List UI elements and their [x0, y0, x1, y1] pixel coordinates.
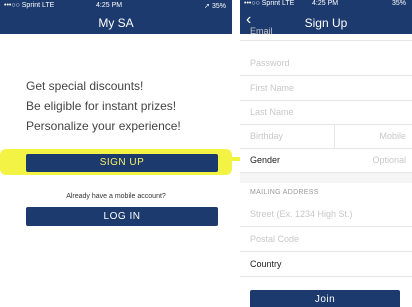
password-field[interactable]: Password — [240, 51, 412, 76]
carrier-signal: •••○○ Sprint LTE — [4, 2, 55, 9]
mobile-field[interactable]: Mobile — [379, 131, 406, 141]
sign-up-screen: •••○○ Sprint LTE 4:25 PM 35% ‹ Sign Up E… — [240, 0, 412, 307]
gender-field[interactable]: Gender Optional — [240, 148, 412, 173]
first-name-field[interactable]: First Name — [240, 76, 412, 101]
email-field[interactable]: Email — [240, 26, 412, 41]
status-time: 4:25 PM — [312, 0, 339, 7]
carrier-signal: •••○○ Sprint LTE — [244, 0, 295, 7]
my-sa-screen: •••○○ Sprint LTE 4:25 PM ➚ 35% My SA Get… — [0, 0, 232, 307]
nav-bar: My SA — [0, 12, 232, 34]
birthday-mobile-row: Birthday Mobile — [240, 124, 412, 149]
country-field[interactable]: Country — [240, 252, 412, 277]
sign-up-button[interactable]: SIGN UP — [26, 154, 218, 172]
gender-label: Gender — [250, 155, 281, 165]
birthday-field[interactable]: Birthday — [250, 131, 283, 141]
last-name-field[interactable]: Last Name — [240, 100, 412, 125]
log-in-button[interactable]: LOG IN — [26, 207, 218, 226]
battery-indicator: ➚ 35% — [204, 3, 226, 10]
promo-line-1: Get special discounts! — [26, 79, 144, 93]
status-time: 4:25 PM — [96, 2, 123, 9]
promo-line-3: Personalize your experience! — [26, 119, 181, 133]
field-separator — [334, 124, 335, 148]
promo-line-2: Be eligible for instant prizes! — [26, 99, 177, 113]
already-have-account-text: Already have a mobile account? — [66, 193, 166, 200]
status-bar: •••○○ Sprint LTE 4:25 PM 35% — [240, 0, 412, 10]
battery-indicator: 35% — [391, 0, 406, 7]
join-button[interactable]: Join — [250, 290, 400, 307]
page-title: My SA — [98, 16, 134, 30]
gender-optional-hint: Optional — [372, 155, 406, 165]
status-bar: •••○○ Sprint LTE 4:25 PM ➚ 35% — [0, 0, 232, 12]
section-divider — [240, 173, 412, 183]
promo-text: Get special discounts! Be eligible for i… — [26, 76, 181, 136]
street-field[interactable]: Street (Ex. 1234 High St.) — [240, 202, 412, 227]
mailing-address-heading: MAILING ADDRESS — [250, 189, 319, 196]
postal-code-field[interactable]: Postal Code — [240, 227, 412, 252]
